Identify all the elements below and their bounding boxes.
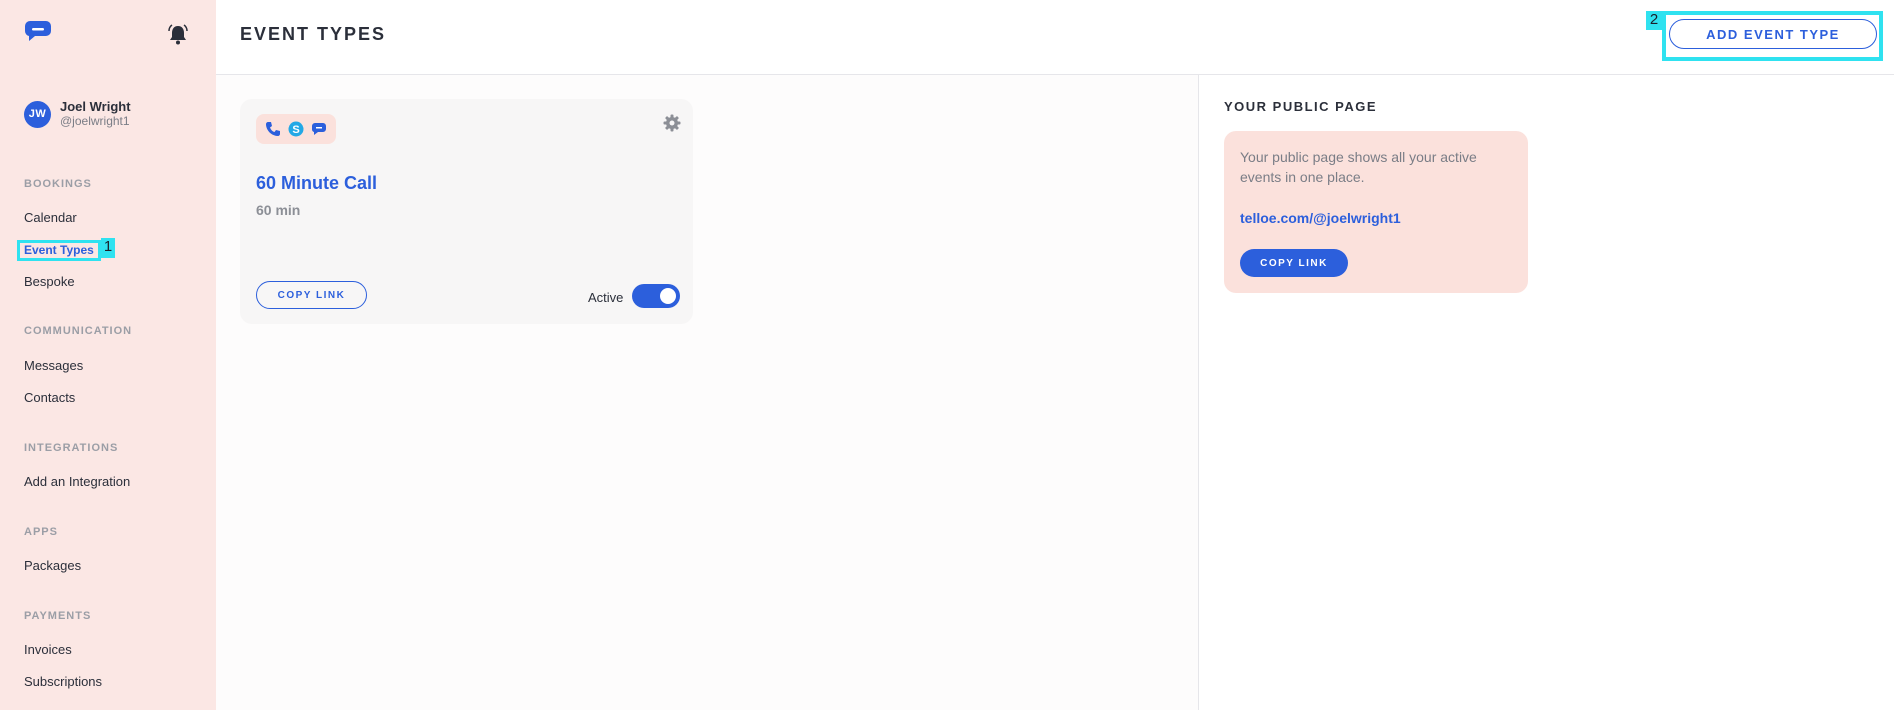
sidebar: JW Joel Wright @joelwright1 BOOKINGS Cal… bbox=[0, 0, 216, 710]
add-event-type-button[interactable]: ADD EVENT TYPE bbox=[1669, 19, 1877, 49]
sidebar-item-add-integration[interactable]: Add an Integration bbox=[24, 474, 130, 489]
user-name: Joel Wright bbox=[60, 99, 131, 114]
sidebar-item-packages[interactable]: Packages bbox=[24, 558, 81, 573]
event-type-card[interactable]: S 60 Minute Call 60 min COPY LINK Active bbox=[240, 99, 693, 324]
avatar: JW bbox=[24, 100, 51, 128]
toggle-knob bbox=[660, 288, 676, 304]
add-event-type-highlight: ADD EVENT TYPE bbox=[1662, 11, 1883, 61]
phone-icon bbox=[264, 120, 282, 138]
sidebar-item-bespoke[interactable]: Bespoke bbox=[24, 274, 75, 289]
page-title: EVENT TYPES bbox=[240, 24, 387, 44]
main-content: S 60 Minute Call 60 min COPY LINK Active bbox=[216, 75, 1199, 710]
sidebar-item-subscriptions[interactable]: Subscriptions bbox=[24, 674, 102, 689]
section-apps: APPS bbox=[24, 526, 58, 538]
marker-2: 2 bbox=[1646, 11, 1662, 30]
sidebar-item-event-types[interactable]: Event Types bbox=[17, 240, 101, 261]
skype-icon: S bbox=[287, 120, 305, 138]
user-handle: @joelwright1 bbox=[60, 114, 130, 128]
sidebar-item-messages[interactable]: Messages bbox=[24, 358, 83, 373]
marker-1: 1 bbox=[101, 238, 115, 258]
bell-icon[interactable] bbox=[167, 24, 189, 46]
section-payments: PAYMENTS bbox=[24, 610, 92, 622]
copy-link-button[interactable]: COPY LINK bbox=[256, 281, 367, 309]
active-toggle[interactable] bbox=[632, 284, 680, 308]
copy-public-link-button[interactable]: COPY LINK bbox=[1240, 249, 1348, 277]
user-profile[interactable]: JW Joel Wright @joelwright1 bbox=[24, 99, 131, 129]
event-duration: 60 min bbox=[256, 202, 301, 218]
header: EVENT TYPES bbox=[216, 0, 1894, 75]
event-title[interactable]: 60 Minute Call bbox=[256, 173, 377, 194]
sidebar-item-calendar[interactable]: Calendar bbox=[24, 210, 77, 225]
section-bookings: BOOKINGS bbox=[24, 178, 92, 190]
chat-icon bbox=[310, 120, 328, 138]
section-integrations: INTEGRATIONS bbox=[24, 442, 119, 454]
active-label: Active bbox=[588, 290, 624, 305]
channel-badges: S bbox=[256, 114, 336, 144]
sidebar-item-invoices[interactable]: Invoices bbox=[24, 642, 72, 657]
public-page-card: Your public page shows all your active e… bbox=[1224, 131, 1528, 293]
gear-icon[interactable] bbox=[663, 114, 681, 132]
public-page-link[interactable]: telloe.com/@joelwright1 bbox=[1240, 210, 1401, 226]
public-page-title: YOUR PUBLIC PAGE bbox=[1224, 99, 1378, 114]
chat-bubble-logo-icon[interactable] bbox=[24, 20, 52, 42]
panel-divider bbox=[1198, 75, 1199, 710]
svg-text:S: S bbox=[292, 124, 299, 136]
public-page-description: Your public page shows all your active e… bbox=[1240, 149, 1477, 185]
sidebar-item-contacts[interactable]: Contacts bbox=[24, 390, 75, 405]
section-communication: COMMUNICATION bbox=[24, 325, 133, 337]
